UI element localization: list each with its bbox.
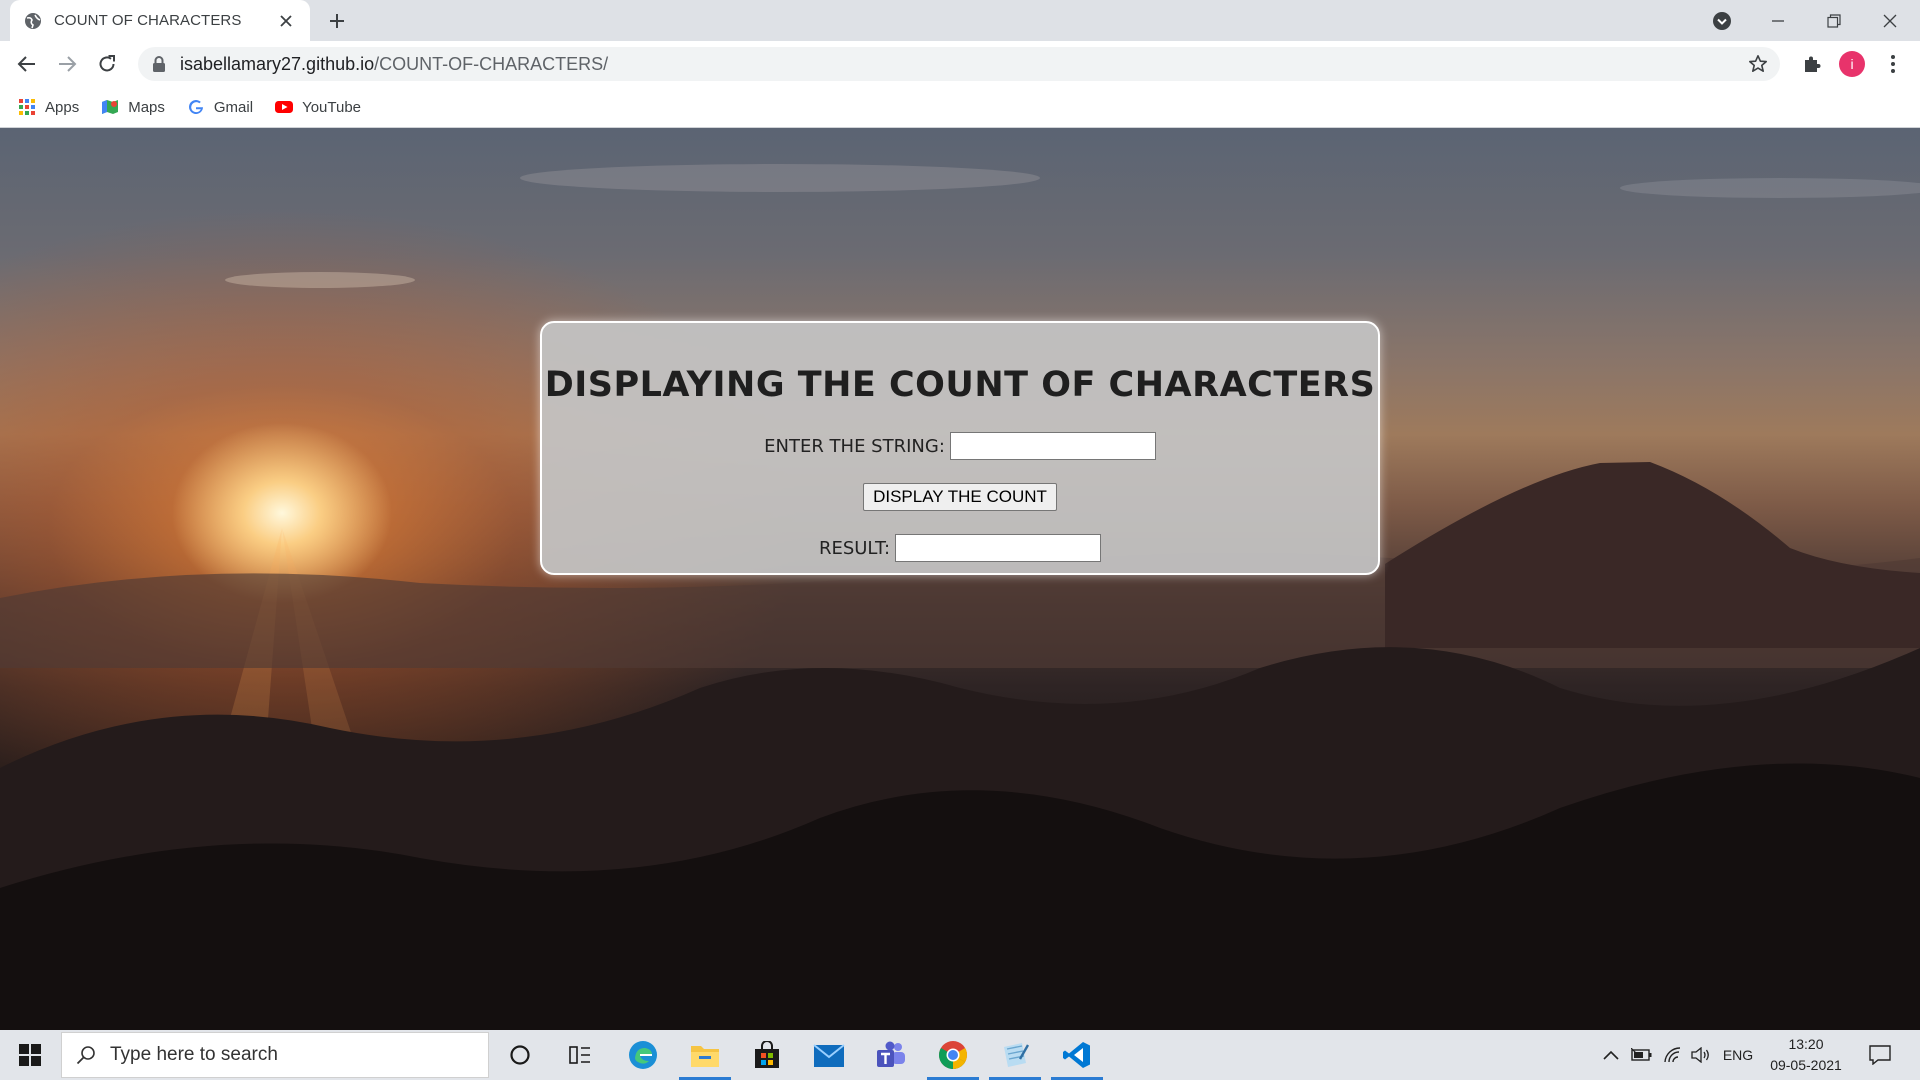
forward-icon[interactable] — [52, 49, 82, 79]
windows-taskbar: Type here to search ENG 13:20 09-05-2021 — [0, 1030, 1920, 1080]
menu-kebab-icon[interactable] — [1878, 49, 1908, 79]
file-explorer-icon[interactable] — [675, 1030, 735, 1080]
string-label: ENTER THE STRING: — [764, 435, 945, 457]
lock-icon[interactable] — [152, 56, 166, 72]
page-viewport: DISPLAYING THE COUNT OF CHARACTERS ENTER… — [0, 128, 1920, 1030]
windows-start-icon[interactable] — [0, 1030, 60, 1080]
search-icon — [76, 1045, 96, 1065]
bookmark-gmail[interactable]: Gmail — [187, 98, 253, 116]
tab-strip: COUNT OF CHARACTERS — [0, 0, 1920, 41]
bookmark-label: YouTube — [302, 98, 362, 116]
result-output[interactable] — [895, 534, 1102, 562]
globe-icon — [24, 12, 42, 30]
bookmark-label: Apps — [45, 98, 80, 116]
result-label: RESULT: — [818, 537, 891, 559]
tab-search-icon[interactable] — [1694, 0, 1750, 41]
bookmark-label: Gmail — [213, 98, 254, 116]
new-tab-icon[interactable] — [324, 8, 350, 34]
notepad-icon[interactable] — [985, 1030, 1045, 1080]
back-icon[interactable] — [12, 49, 42, 79]
clock-time: 13:20 — [1788, 1036, 1824, 1052]
youtube-icon — [275, 98, 294, 116]
button-row: DISPLAY THE COUNT — [542, 483, 1378, 511]
url-text: isabellamary27.github.io/COUNT-OF-CHARAC… — [180, 53, 609, 74]
cortana-icon[interactable] — [490, 1030, 550, 1080]
clock-date: 09-05-2021 — [1770, 1057, 1842, 1073]
tab-title: COUNT OF CHARACTERS — [54, 12, 242, 29]
browser-tab[interactable]: COUNT OF CHARACTERS — [10, 0, 310, 41]
edge-icon[interactable] — [613, 1030, 673, 1080]
apps-grid-icon — [18, 98, 36, 116]
search-placeholder: Type here to search — [110, 1044, 278, 1065]
bookmark-star-icon[interactable] — [1746, 52, 1770, 76]
profile-avatar[interactable]: i — [1839, 51, 1865, 77]
minimize-icon[interactable] — [1750, 0, 1806, 41]
bookmark-apps[interactable]: Apps — [18, 98, 79, 116]
browser-toolbar: isabellamary27.github.io/COUNT-OF-CHARAC… — [0, 41, 1920, 87]
chrome-icon[interactable] — [923, 1030, 983, 1080]
taskbar-search-box[interactable]: Type here to search — [61, 1032, 489, 1078]
bookmarks-bar: Apps Maps Gmail YouTube — [0, 87, 1920, 128]
teams-icon[interactable] — [861, 1030, 921, 1080]
task-view-icon[interactable] — [550, 1030, 610, 1080]
bookmark-maps[interactable]: Maps — [101, 98, 165, 116]
count-card: DISPLAYING THE COUNT OF CHARACTERS ENTER… — [540, 321, 1380, 575]
show-hidden-icons-chevron-icon[interactable] — [1598, 1030, 1624, 1080]
bookmark-youtube[interactable]: YouTube — [275, 98, 361, 116]
display-count-button[interactable]: DISPLAY THE COUNT — [863, 483, 1057, 511]
string-row: ENTER THE STRING: — [542, 432, 1378, 460]
string-input[interactable] — [949, 432, 1156, 460]
sunset-mountains-background — [0, 164, 1920, 1030]
extensions-puzzle-icon[interactable] — [1797, 49, 1827, 79]
notifications-icon[interactable] — [1862, 1030, 1898, 1080]
close-tab-icon[interactable] — [276, 11, 296, 31]
address-bar[interactable]: isabellamary27.github.io/COUNT-OF-CHARAC… — [138, 47, 1780, 81]
maps-icon — [101, 98, 119, 116]
page-title: DISPLAYING THE COUNT OF CHARACTERS — [544, 365, 1376, 405]
store-icon[interactable] — [737, 1030, 797, 1080]
reload-icon[interactable] — [92, 49, 122, 79]
restore-icon[interactable] — [1806, 0, 1862, 41]
mail-icon[interactable] — [799, 1030, 859, 1080]
volume-icon[interactable] — [1688, 1030, 1714, 1080]
clock[interactable]: 13:20 09-05-2021 — [1762, 1034, 1850, 1076]
google-g-icon — [187, 98, 205, 116]
battery-icon[interactable] — [1628, 1030, 1656, 1080]
language-indicator[interactable]: ENG — [1718, 1030, 1758, 1080]
close-window-icon[interactable] — [1862, 0, 1918, 41]
vscode-icon[interactable] — [1047, 1030, 1107, 1080]
wifi-icon[interactable] — [1660, 1030, 1686, 1080]
result-row: RESULT: — [542, 534, 1378, 562]
bookmark-label: Maps — [128, 98, 165, 116]
